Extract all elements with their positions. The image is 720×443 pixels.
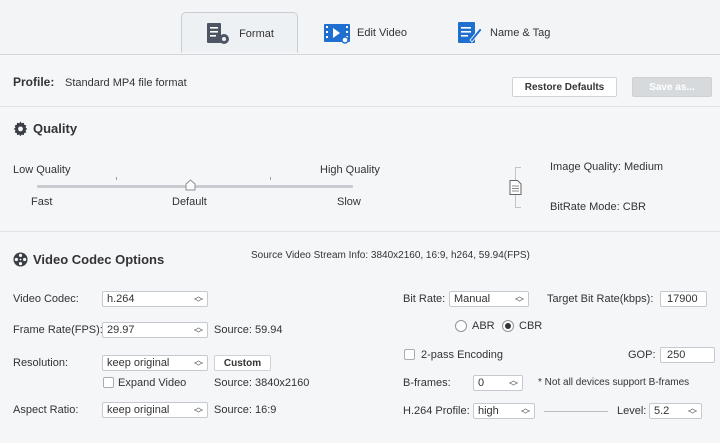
gop-input[interactable]: 250 bbox=[660, 347, 715, 363]
frame-rate-label: Frame Rate(FPS): bbox=[13, 324, 103, 336]
tab-edit-video-label: Edit Video bbox=[357, 27, 407, 39]
h264-profile-label: H.264 Profile: bbox=[403, 405, 470, 417]
profile-level-connector bbox=[544, 411, 608, 412]
profile-value: Standard MP4 file format bbox=[65, 77, 187, 89]
resolution-value: keep original bbox=[107, 357, 170, 369]
updown-chevron-icon: ︿ ﹀ bbox=[193, 402, 203, 419]
fast-label: Fast bbox=[31, 196, 53, 208]
resolution-select[interactable]: keep original ︿ ﹀ bbox=[102, 355, 208, 372]
cbr-radio[interactable] bbox=[502, 320, 514, 332]
bit-rate-select[interactable]: Manual ︿ ﹀ bbox=[449, 291, 529, 308]
two-pass-checkbox[interactable] bbox=[404, 349, 415, 360]
updown-chevron-icon: ︿ ﹀ bbox=[193, 322, 203, 339]
updown-chevron-icon: ︿ ﹀ bbox=[193, 355, 203, 372]
frame-rate-source: Source: 59.94 bbox=[214, 324, 283, 336]
bframes-note: * Not all devices support B-frames bbox=[538, 377, 690, 388]
profile-label: Profile: bbox=[13, 75, 55, 89]
h264-profile-value: high bbox=[478, 405, 499, 417]
frame-rate-select[interactable]: 29.97 ︿ ﹀ bbox=[102, 322, 208, 339]
updown-chevron-icon: ︿ ﹀ bbox=[193, 291, 203, 308]
tab-edit-video[interactable]: Edit Video bbox=[323, 12, 407, 54]
video-codec-label: Video Codec: bbox=[13, 293, 79, 305]
gop-label: GOP: bbox=[628, 349, 656, 361]
cbr-label: CBR bbox=[519, 320, 543, 332]
abr-label: ABR bbox=[472, 320, 495, 332]
image-quality-text: Image Quality: Medium bbox=[550, 161, 664, 173]
bit-rate-value: Manual bbox=[454, 293, 491, 305]
summary-bracket-top bbox=[515, 167, 521, 168]
bframes-label: B-frames: bbox=[403, 377, 451, 389]
bframes-value: 0 bbox=[478, 377, 485, 389]
tab-format-label: Format bbox=[239, 27, 274, 40]
abr-radio[interactable] bbox=[455, 320, 467, 332]
slider-tick bbox=[270, 177, 271, 180]
name-tag-icon bbox=[456, 20, 483, 46]
level-value: 5.2 bbox=[654, 405, 670, 417]
updown-chevron-icon: ︿ ﹀ bbox=[514, 291, 524, 308]
expand-video-label: Expand Video bbox=[118, 377, 187, 389]
low-quality-label: Low Quality bbox=[13, 164, 71, 176]
bit-rate-label: Bit Rate: bbox=[403, 293, 446, 305]
resolution-label: Resolution: bbox=[13, 357, 69, 369]
quality-slider-thumb[interactable] bbox=[185, 179, 196, 191]
film-reel-icon bbox=[13, 252, 28, 267]
restore-defaults-button[interactable]: Restore Defaults bbox=[512, 77, 617, 97]
expand-video-checkbox[interactable] bbox=[103, 377, 114, 388]
edit-video-icon bbox=[323, 20, 350, 46]
updown-chevron-icon: ︿ ﹀ bbox=[508, 375, 518, 392]
tab-bar: Format Edit Video Name & Tag bbox=[0, 0, 720, 55]
slow-label: Slow bbox=[337, 196, 361, 208]
tab-format[interactable]: Format bbox=[181, 12, 298, 53]
divider bbox=[0, 106, 720, 107]
aspect-ratio-source: Source: 16:9 bbox=[214, 404, 277, 416]
resolution-source: Source: 3840x2160 bbox=[214, 377, 310, 389]
gear-icon bbox=[13, 121, 28, 137]
format-settings-icon bbox=[205, 21, 231, 47]
summary-bracket-bottom bbox=[515, 207, 521, 208]
level-select[interactable]: 5.2 ︿ ﹀ bbox=[649, 403, 702, 420]
h264-profile-select[interactable]: high ︿ ﹀ bbox=[473, 403, 535, 420]
high-quality-label: High Quality bbox=[320, 164, 380, 176]
level-label: Level: bbox=[617, 405, 647, 417]
divider bbox=[0, 231, 720, 232]
tab-name-tag-label: Name & Tag bbox=[490, 27, 551, 39]
document-icon bbox=[509, 180, 522, 195]
bframes-select[interactable]: 0 ︿ ﹀ bbox=[473, 375, 523, 392]
updown-chevron-icon: ︿ ﹀ bbox=[687, 403, 697, 420]
tab-name-tag[interactable]: Name & Tag bbox=[456, 12, 550, 54]
slider-tick bbox=[116, 177, 117, 180]
aspect-ratio-value: keep original bbox=[107, 404, 170, 416]
custom-button[interactable]: Custom bbox=[214, 355, 271, 371]
bitrate-mode-text: BitRate Mode: CBR bbox=[550, 201, 646, 213]
target-bitrate-input[interactable]: 17900 bbox=[660, 291, 707, 307]
codec-section-title: Video Codec Options bbox=[13, 252, 164, 267]
default-label: Default bbox=[172, 196, 207, 208]
video-codec-value: h.264 bbox=[107, 293, 135, 305]
updown-chevron-icon: ︿ ﹀ bbox=[520, 403, 530, 420]
aspect-ratio-select[interactable]: keep original ︿ ﹀ bbox=[102, 402, 208, 419]
aspect-ratio-label: Aspect Ratio: bbox=[13, 404, 79, 416]
video-codec-select[interactable]: h.264 ︿ ﹀ bbox=[102, 291, 208, 308]
target-bitrate-label: Target Bit Rate(kbps): bbox=[547, 293, 654, 305]
source-stream-info: Source Video Stream Info: 3840x2160, 16:… bbox=[251, 250, 530, 261]
frame-rate-value: 29.97 bbox=[107, 324, 135, 336]
save-as-button[interactable]: Save as... bbox=[632, 77, 712, 97]
two-pass-label: 2-pass Encoding bbox=[421, 349, 503, 361]
quality-section-title: Quality bbox=[13, 121, 77, 137]
